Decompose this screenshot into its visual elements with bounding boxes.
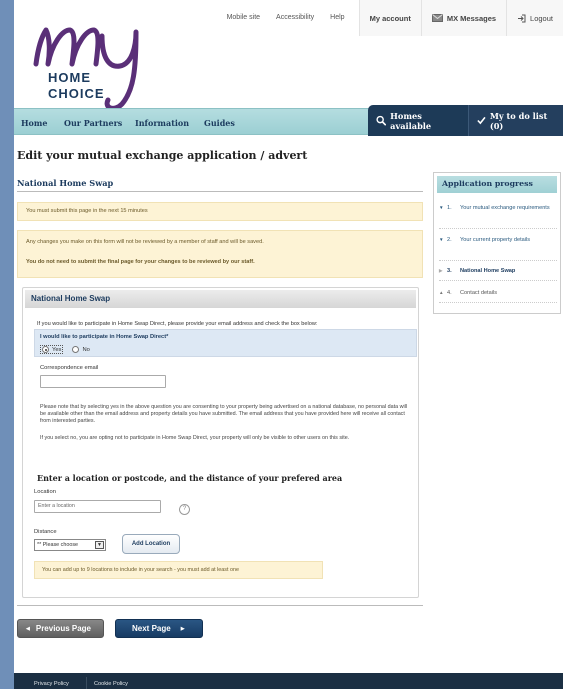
email-field[interactable] xyxy=(40,375,166,388)
caret-right-icon: ▶ xyxy=(439,268,443,273)
no-option[interactable]: No xyxy=(72,346,90,353)
nav-information[interactable]: Information xyxy=(135,118,189,128)
homes-available-label: Homes available xyxy=(390,110,432,131)
privacy-policy-link[interactable]: Privacy Policy xyxy=(34,681,69,687)
consent-text: Please note that by selecting yes in the… xyxy=(40,404,408,425)
location-heading: Enter a location or postcode, and the di… xyxy=(37,473,343,483)
site-footer: Privacy Policy Cookie Policy xyxy=(14,673,563,689)
logo-home-text: HOME xyxy=(48,70,91,85)
my-account-button[interactable]: My account xyxy=(358,0,421,36)
todo-list-tab[interactable]: My to do list (0) xyxy=(468,105,563,136)
previous-page-label: Previous Page xyxy=(35,624,91,633)
help-link[interactable]: Help xyxy=(322,0,358,36)
arrow-right-icon: ▶ xyxy=(180,625,185,632)
nav-guides[interactable]: Guides xyxy=(204,118,235,128)
nav-our-partners[interactable]: Our Partners xyxy=(64,118,122,128)
progress-step-4[interactable]: ▲ 4. Contact details xyxy=(439,289,557,303)
my-account-label: My account xyxy=(369,14,411,23)
help-icon[interactable]: ? xyxy=(179,504,190,515)
distance-select[interactable]: ** Please choose ▼ xyxy=(34,539,106,551)
mobile-site-link[interactable]: Mobile site xyxy=(219,0,268,36)
logout-icon xyxy=(518,14,526,23)
changes-notice: Any changes you make on this form will n… xyxy=(17,230,423,278)
changes-notice-line2: You do not need to submit the final page… xyxy=(26,259,255,265)
next-page-button[interactable]: Next Page ▶ xyxy=(115,619,203,638)
national-home-swap-panel: National Home Swap If you would like to … xyxy=(22,287,419,598)
mx-messages-button[interactable]: MX Messages xyxy=(420,0,507,36)
mx-messages-label: MX Messages xyxy=(446,14,497,23)
progress-step-num: 3. xyxy=(447,268,452,274)
arrow-left-icon: ◀ xyxy=(26,625,30,632)
page: HOME CHOICE Mobile site Accessibility He… xyxy=(14,0,563,689)
main-nav: Home Our Partners Information Guides Hom… xyxy=(14,105,563,136)
yes-radio[interactable] xyxy=(42,346,49,353)
participation-question-label: I would like to participate in Home Swap… xyxy=(40,334,169,340)
progress-step-num: 2. xyxy=(447,237,452,243)
myhomechoice-logo[interactable]: HOME CHOICE xyxy=(28,8,168,111)
participation-options: Yes No xyxy=(40,345,90,354)
caret-down-icon: ▼ xyxy=(439,237,444,242)
checkmark-icon xyxy=(477,116,486,125)
logout-button[interactable]: Logout xyxy=(506,0,563,36)
site-header: HOME CHOICE Mobile site Accessibility He… xyxy=(14,0,563,111)
divider xyxy=(17,191,423,192)
footer-divider xyxy=(86,677,87,689)
yes-label: Yes xyxy=(52,346,62,353)
locations-notice: You can add up to 9 locations to include… xyxy=(34,561,323,579)
logout-label: Logout xyxy=(530,14,553,23)
accessibility-link[interactable]: Accessibility xyxy=(268,0,322,36)
next-page-label: Next Page xyxy=(132,624,171,633)
email-label: Correspondence email xyxy=(40,365,99,371)
logo-choice-text: CHOICE xyxy=(48,86,105,101)
page-title: Edit your mutual exchange application / … xyxy=(17,149,308,162)
no-label: No xyxy=(82,346,90,353)
caret-down-icon: ▼ xyxy=(439,205,444,210)
time-limit-notice: You must submit this page in the next 15… xyxy=(17,202,423,221)
panel-intro: If you would like to participate in Home… xyxy=(37,321,318,327)
progress-step-label: Contact details xyxy=(460,290,498,296)
progress-title: Application progress xyxy=(437,176,557,193)
distance-selected-value: ** Please choose xyxy=(37,542,79,548)
optout-text: If you select no, you are opting not to … xyxy=(40,435,350,441)
progress-step-3[interactable]: ▶ 3. National Home Swap xyxy=(439,267,557,281)
homes-available-tab[interactable]: Homes available xyxy=(368,105,468,136)
cookie-policy-link[interactable]: Cookie Policy xyxy=(94,681,128,687)
chevron-down-icon: ▼ xyxy=(95,541,104,549)
location-input[interactable]: Enter a location xyxy=(34,500,161,513)
yes-option[interactable]: Yes xyxy=(40,345,64,354)
divider xyxy=(17,605,423,606)
application-progress: Application progress ▼ 1. Your mutual exc… xyxy=(433,172,561,314)
changes-notice-line1: Any changes you make on this form will n… xyxy=(26,239,264,245)
progress-step-2[interactable]: ▼ 2. Your current property details xyxy=(439,236,557,261)
search-icon xyxy=(376,115,387,126)
top-links: Mobile site Accessibility Help My accoun… xyxy=(219,0,563,36)
distance-label: Distance xyxy=(34,529,57,535)
previous-page-button[interactable]: ◀ Previous Page xyxy=(17,619,104,638)
no-radio[interactable] xyxy=(72,346,80,353)
participation-question: I would like to participate in Home Swap… xyxy=(34,329,417,357)
panel-title: National Home Swap xyxy=(25,290,416,308)
progress-step-label: Your mutual exchange requirements xyxy=(460,205,550,211)
envelope-icon xyxy=(431,14,443,22)
progress-step-label: National Home Swap xyxy=(460,268,516,274)
progress-step-num: 4. xyxy=(447,290,452,296)
progress-step-1[interactable]: ▼ 1. Your mutual exchange requirements xyxy=(439,204,557,229)
nav-home[interactable]: Home xyxy=(21,118,47,128)
location-label: Location xyxy=(34,489,56,495)
caret-up-icon: ▲ xyxy=(439,290,444,295)
add-location-button[interactable]: Add Location xyxy=(122,534,180,554)
progress-step-num: 1. xyxy=(447,205,452,211)
todo-list-label: My to do list (0) xyxy=(489,110,548,131)
progress-step-label: Your current property details xyxy=(460,237,531,243)
section-title: National Home Swap xyxy=(17,178,114,188)
